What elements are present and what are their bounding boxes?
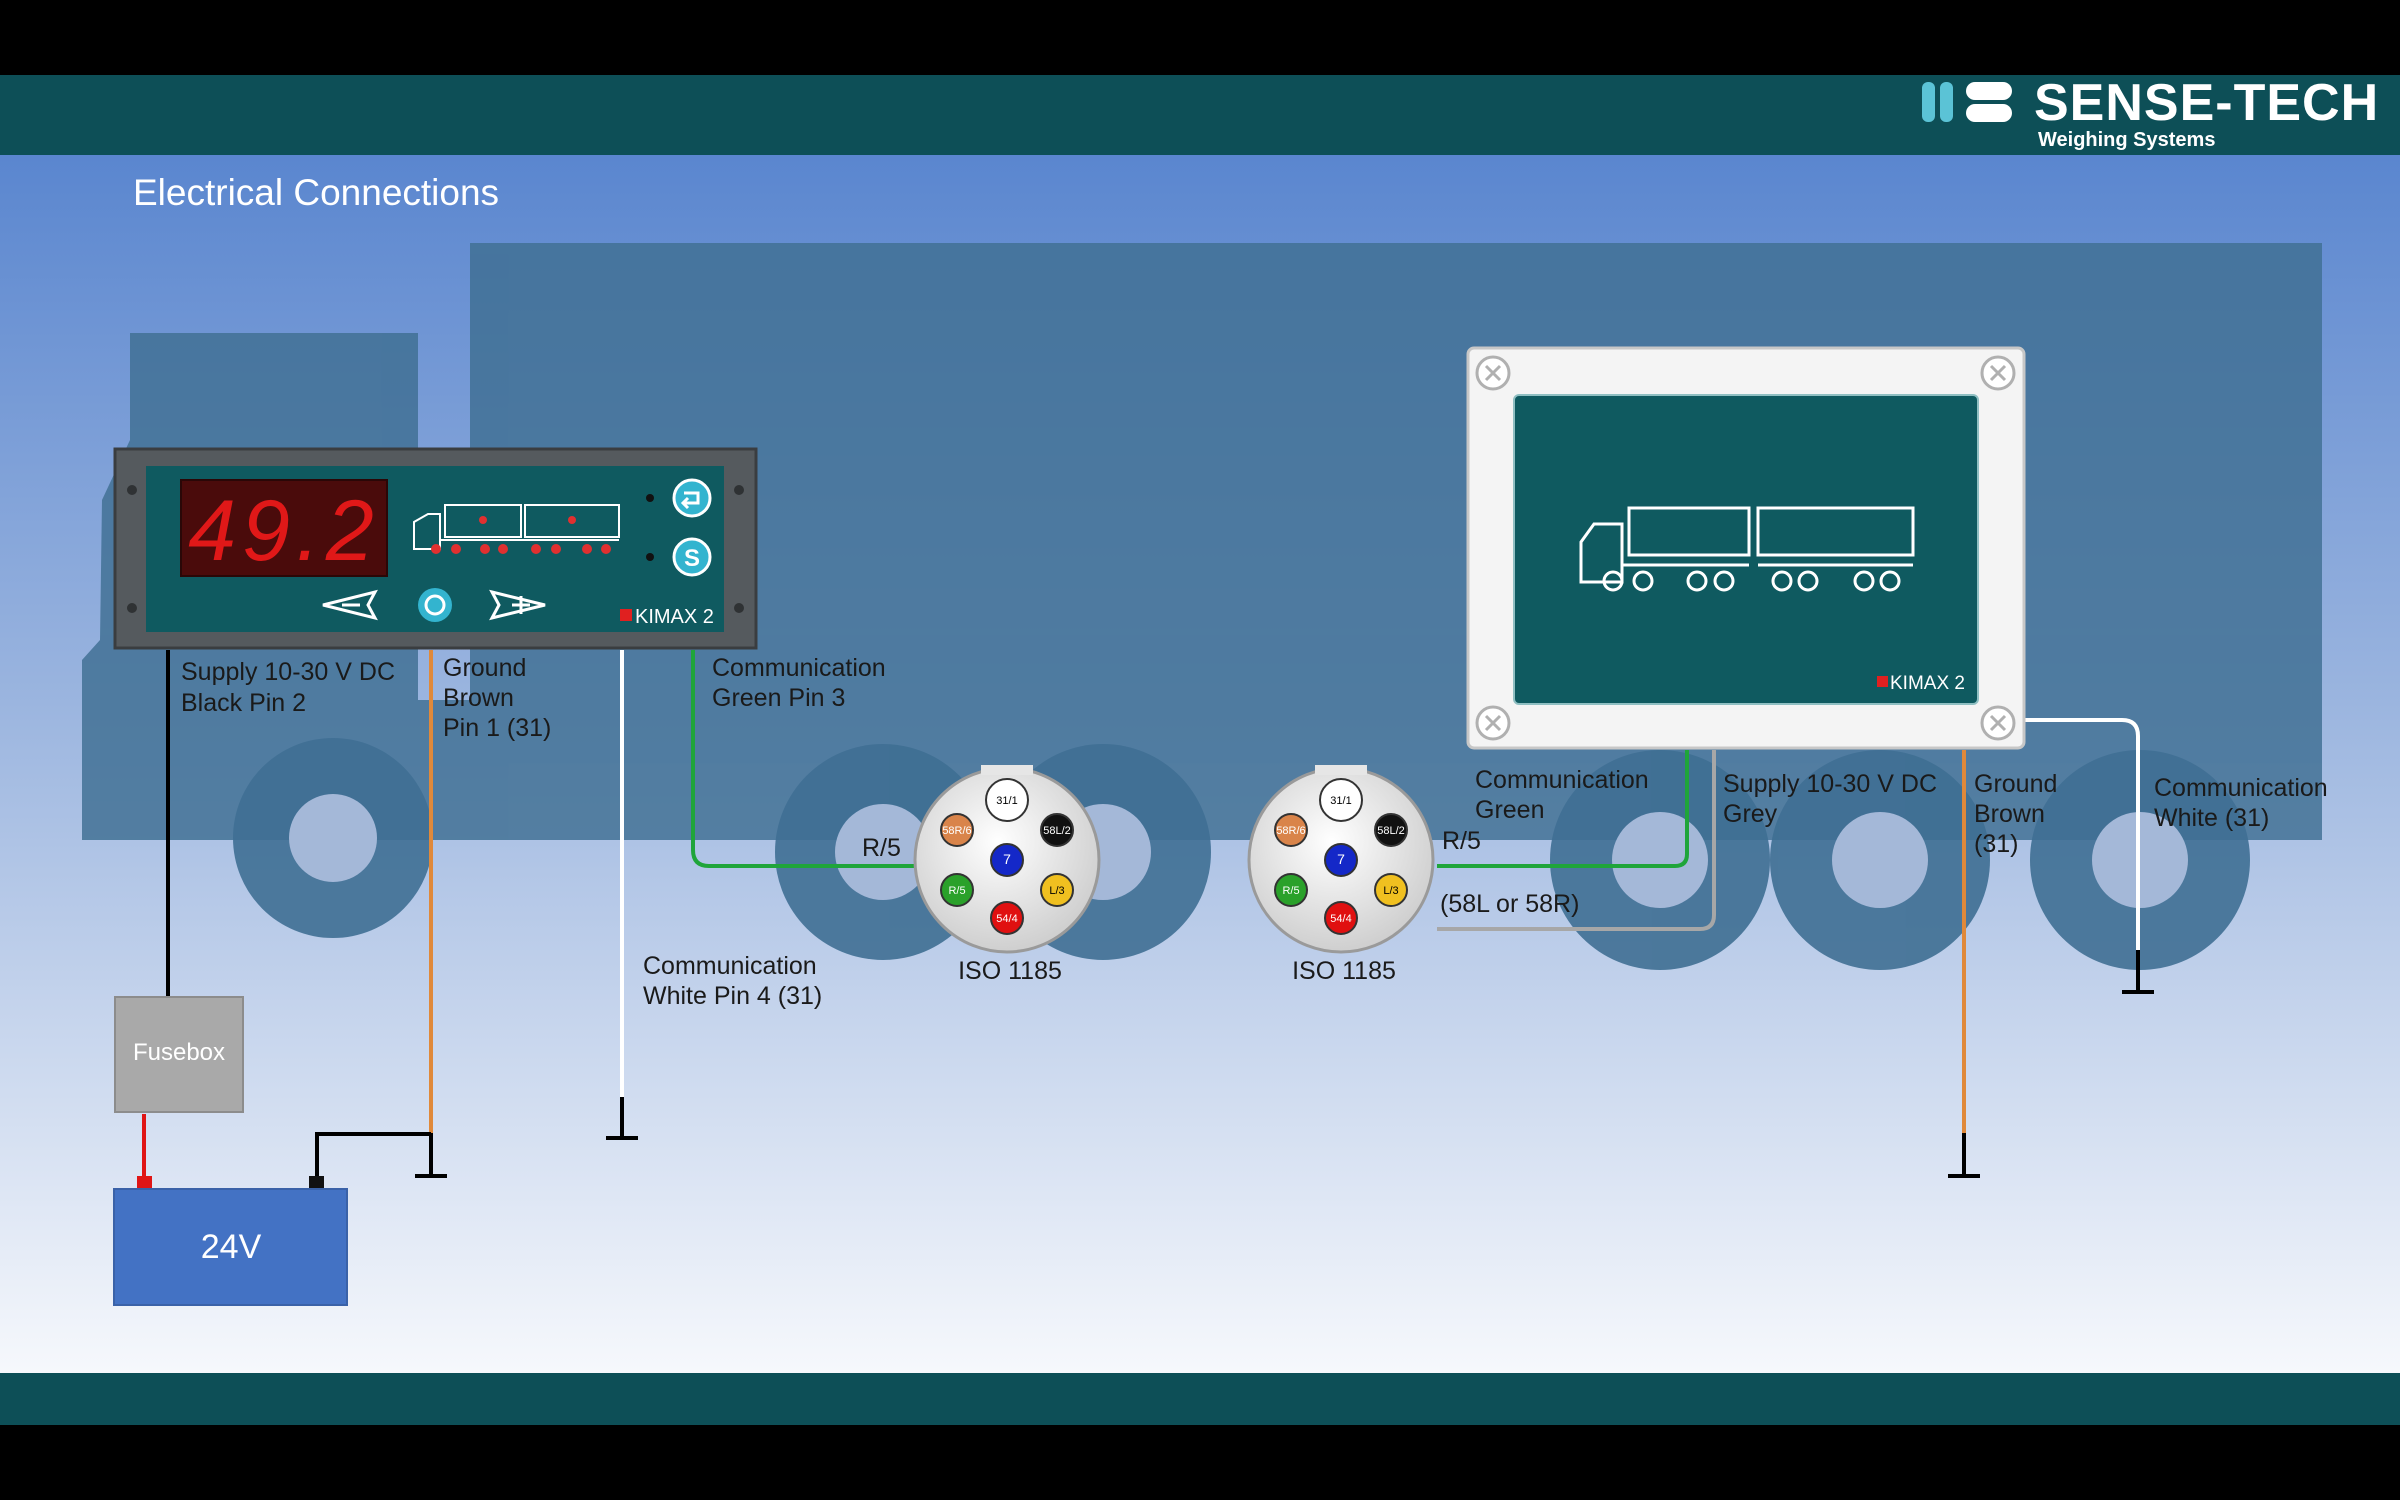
power-button[interactable] xyxy=(418,588,452,622)
iso-left-label: ISO 1185 xyxy=(958,957,1062,985)
iso-pin-label: 54/4 xyxy=(1330,913,1351,925)
r5-left-label: R/5 xyxy=(862,834,901,862)
iso-pin: 54/4 xyxy=(990,901,1024,935)
iso-connector-left: 31/1 58R/6 58L/2 7 R/5 L/3 54/4 xyxy=(913,765,1101,954)
fusebox-label: Fusebox xyxy=(133,1039,225,1066)
iso-pin-label: 7 xyxy=(1337,851,1345,867)
comm-white-right-label: Communication xyxy=(2154,774,2328,802)
comm-green-right-sub: Green xyxy=(1475,796,1544,824)
battery: 24V xyxy=(113,1176,348,1306)
iso-pin: L/3 xyxy=(1374,873,1408,907)
electrical-connections-diagram: SENSE-TECH Weighing Systems Electrical C… xyxy=(0,0,2400,1500)
comm-green-left-label: Communication xyxy=(712,654,886,682)
kimax-junction-box: KIMAX 2 xyxy=(1466,346,2026,750)
footer-bar xyxy=(0,1373,2400,1425)
iso-key-notch xyxy=(981,765,1033,775)
iso-pin-label: L/3 xyxy=(1049,885,1064,897)
alt-58-label: (58L or 58R) xyxy=(1440,890,1579,918)
comm-white-left-label: Communication xyxy=(643,952,817,980)
iso-pin-label: L/3 xyxy=(1383,885,1398,897)
iso-pin: R/5 xyxy=(940,873,974,907)
supply-left-sub: Black Pin 2 xyxy=(181,689,306,717)
iso-pin: 31/1 xyxy=(985,778,1029,822)
iso-pin: 58L/2 xyxy=(1374,813,1408,847)
page-title: Electrical Connections xyxy=(133,172,499,213)
iso-pin-label: 7 xyxy=(1003,851,1011,867)
iso-pin-label: 54/4 xyxy=(996,913,1017,925)
iso-pin: 7 xyxy=(1324,843,1358,877)
battery-positive-terminal xyxy=(137,1176,152,1189)
comm-white-right-sub: White (31) xyxy=(2154,804,2269,832)
iso-pin: 7 xyxy=(990,843,1024,877)
ground-left-label: Ground xyxy=(443,654,526,682)
iso-pin-label: R/5 xyxy=(948,885,965,897)
supply-left-label: Supply 10-30 V DC xyxy=(181,658,395,686)
iso-pin: 58R/6 xyxy=(940,813,974,847)
iso-pin-label: 31/1 xyxy=(1330,795,1351,807)
s-icon: S xyxy=(684,545,700,572)
supply-right-sub: Grey xyxy=(1723,800,1778,828)
iso-pin-label: 58L/2 xyxy=(1043,825,1071,837)
iso-pin: 54/4 xyxy=(1324,901,1358,935)
comm-green-left-sub: Green Pin 3 xyxy=(712,684,845,712)
comm-white-left-sub: White Pin 4 (31) xyxy=(643,982,822,1010)
kimax-logo-mark xyxy=(1877,676,1888,687)
fusebox: Fusebox xyxy=(114,996,244,1113)
iso-right-label: ISO 1185 xyxy=(1292,957,1396,985)
iso-pin-label: 58R/6 xyxy=(942,825,971,837)
r5-right-label: R/5 xyxy=(1442,827,1481,855)
ground-right-sub: Brown xyxy=(1974,800,2045,828)
iso-pin-label: 58R/6 xyxy=(1276,825,1305,837)
logo-name: SENSE-TECH xyxy=(2034,74,2379,132)
ground-right-label: Ground xyxy=(1974,770,2057,798)
s-button[interactable]: S xyxy=(672,537,712,577)
battery-negative-terminal xyxy=(309,1176,324,1189)
battery-voltage: 24V xyxy=(201,1228,262,1266)
iso-pin: L/3 xyxy=(1040,873,1074,907)
junction-brand: KIMAX 2 xyxy=(1890,673,1965,694)
iso-pin-label: 31/1 xyxy=(996,795,1017,807)
comm-green-right-label: Communication xyxy=(1475,766,1649,794)
ground-left-pin: Pin 1 (31) xyxy=(443,714,551,742)
iso-key-notch xyxy=(1315,765,1367,775)
ground-right-pin: (31) xyxy=(1974,830,2018,858)
weight-reading: 49.2 xyxy=(188,483,379,579)
iso-pin-label: R/5 xyxy=(1282,885,1299,897)
iso-pin: 58L/2 xyxy=(1040,813,1074,847)
indicator-brand: KIMAX 2 xyxy=(635,606,714,628)
kimax-logo-mark xyxy=(620,609,632,621)
supply-right-label: Supply 10-30 V DC xyxy=(1723,770,1937,798)
ground-left-sub: Brown xyxy=(443,684,514,712)
logo-tagline: Weighing Systems xyxy=(2038,129,2215,151)
iso-pin-label: 58L/2 xyxy=(1377,825,1405,837)
iso-pin: R/5 xyxy=(1274,873,1308,907)
iso-pin: 58R/6 xyxy=(1274,813,1308,847)
back-button[interactable] xyxy=(672,478,712,518)
kimax-indicator: 49.2 S KIMAX 2 xyxy=(113,447,758,650)
iso-pin: 31/1 xyxy=(1319,778,1363,822)
iso-connector-right: 31/1 58R/6 58L/2 7 R/5 L/3 54/4 xyxy=(1247,765,1435,954)
